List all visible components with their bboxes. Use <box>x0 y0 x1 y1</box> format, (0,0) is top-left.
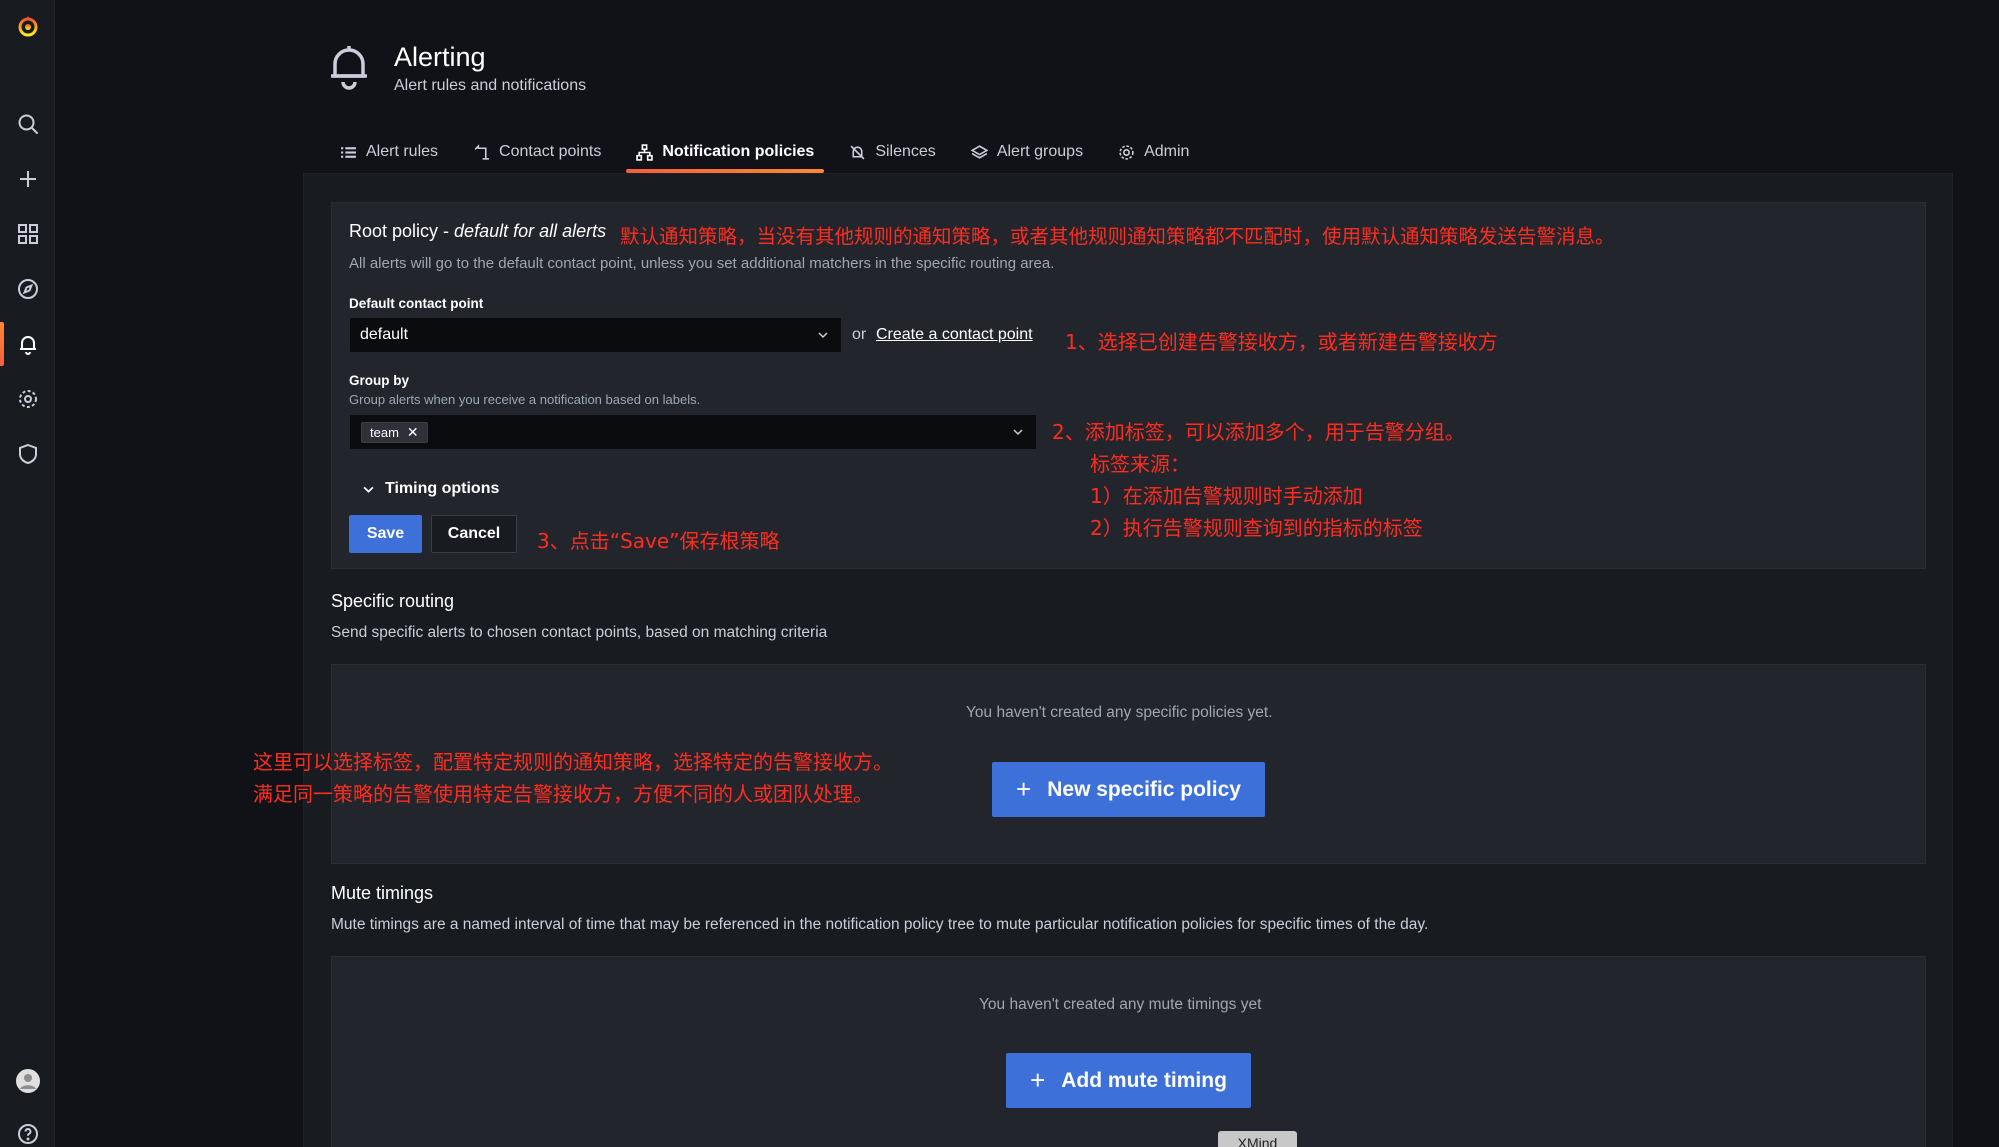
page-title: Alerting <box>394 42 486 72</box>
annotation-root-policy: 默认通知策略，当没有其他规则的通知策略，或者其他规则通知策略都不匹配时，使用默认… <box>620 225 1615 248</box>
timing-options-toggle[interactable]: Timing options <box>362 480 499 498</box>
tab-label: Notification policies <box>662 143 815 160</box>
grafana-logo[interactable] <box>0 4 55 48</box>
configuration-cog-icon[interactable] <box>0 377 55 421</box>
default-contact-point-select[interactable]: default <box>349 317 842 353</box>
alerting-header-bell-icon <box>325 40 373 92</box>
create-contact-point-link[interactable]: Create a contact point <box>876 326 1033 344</box>
mute-timings-empty-text: You haven't created any mute timings yet <box>979 996 1262 1013</box>
chevron-down-icon <box>363 486 374 493</box>
tab-alert-groups[interactable]: Alert groups <box>961 132 1093 172</box>
user-avatar[interactable] <box>0 1059 55 1103</box>
plus-icon: + <box>1030 1065 1046 1095</box>
sitemap-icon <box>636 143 654 161</box>
specific-routing-title: Specific routing <box>331 591 455 611</box>
annotation-step2-line4: 2）执行告警规则查询到的指标的标签 <box>1090 516 1423 540</box>
tab-label: Admin <box>1144 143 1190 160</box>
tab-alert-rules[interactable]: Alert rules <box>330 132 448 172</box>
specific-routing-description: Send specific alerts to chosen contact p… <box>331 624 828 641</box>
tag-label: team <box>370 425 399 440</box>
tab-bar: Alert rules Contact points Notification … <box>330 132 1214 173</box>
mute-timings-empty-box <box>331 956 1926 1147</box>
tab-label: Silences <box>875 143 936 160</box>
mute-timings-title: Mute timings <box>331 883 434 903</box>
tab-label: Alert rules <box>366 143 439 160</box>
grafana-logo-icon <box>18 16 37 37</box>
alerting-bell-icon[interactable] <box>0 322 55 366</box>
xmind-watermark: XMind <box>1218 1131 1297 1147</box>
root-policy-description: All alerts will go to the default contac… <box>349 255 1055 272</box>
plus-icon: + <box>1016 774 1032 804</box>
annotation-step1: 1、选择已创建告警接收方，或者新建告警接收方 <box>1065 330 1498 354</box>
group-by-select[interactable] <box>349 414 1037 450</box>
chevron-down-icon <box>1013 429 1023 436</box>
new-specific-policy-button[interactable]: + New specific policy <box>992 762 1265 817</box>
list-icon <box>341 146 356 158</box>
group-by-description: Group alerts when you receive a notifica… <box>349 392 701 407</box>
specific-routing-empty-text: You haven't created any specific policie… <box>966 704 1273 721</box>
group-by-tag-chip[interactable]: team ✕ <box>361 422 428 443</box>
root-policy-title-prefix: Root policy - <box>349 221 455 241</box>
add-mute-timing-label: Add mute timing <box>1061 1068 1227 1092</box>
root-policy-title-italic: default for all alerts <box>454 221 607 241</box>
explore-icon[interactable] <box>0 267 55 311</box>
help-icon[interactable] <box>0 1112 55 1147</box>
dashboards-icon[interactable] <box>0 212 55 256</box>
tab-notification-policies[interactable]: Notification policies <box>626 132 825 173</box>
tab-contact-points[interactable]: Contact points <box>463 132 611 172</box>
cancel-button[interactable]: Cancel <box>431 515 517 553</box>
layers-icon <box>970 144 988 159</box>
chevron-down-icon <box>818 332 828 339</box>
tab-label: Contact points <box>499 143 602 160</box>
remove-tag-icon[interactable]: ✕ <box>407 424 419 441</box>
or-text: or <box>852 326 867 343</box>
cog-icon <box>1119 144 1134 160</box>
annotation-step3: 3、点击“Save”保存根策略 <box>537 529 780 553</box>
plus-icon[interactable] <box>0 157 55 201</box>
annotation-step2-line3: 1）在添加告警规则时手动添加 <box>1090 484 1363 508</box>
server-admin-shield-icon[interactable] <box>0 432 55 476</box>
tab-silences[interactable]: Silences <box>839 132 945 172</box>
page-subtitle: Alert rules and notifications <box>394 77 587 94</box>
annotation-step2-line2: 标签来源： <box>1090 452 1190 476</box>
contact-icon <box>474 143 489 160</box>
add-mute-timing-button[interactable]: + Add mute timing <box>1006 1053 1251 1108</box>
tab-label: Alert groups <box>996 143 1084 160</box>
annotation-specific-line2: 满足同一策略的告警使用特定告警接收方，方便不同的人或团队处理。 <box>253 782 873 806</box>
annotation-specific-line1: 这里可以选择标签，配置特定规则的通知策略，选择特定的告警接收方。 <box>253 750 893 774</box>
annotation-step2-line1: 2、添加标签，可以添加多个，用于告警分组。 <box>1052 420 1465 444</box>
default-contact-point-label: Default contact point <box>349 296 484 311</box>
tab-admin[interactable]: Admin <box>1108 132 1199 172</box>
bell-slash-icon <box>850 145 865 159</box>
default-contact-point-value: default <box>360 326 409 343</box>
mute-timings-description: Mute timings are a named interval of tim… <box>331 916 1429 933</box>
timing-options-label: Timing options <box>385 480 500 497</box>
root-policy-title: Root policy - default for all alerts <box>349 221 606 242</box>
group-by-label: Group by <box>349 373 409 388</box>
search-icon[interactable] <box>0 102 55 146</box>
sidebar <box>0 0 55 1147</box>
save-button[interactable]: Save <box>349 515 422 553</box>
new-specific-policy-label: New specific policy <box>1047 777 1241 801</box>
